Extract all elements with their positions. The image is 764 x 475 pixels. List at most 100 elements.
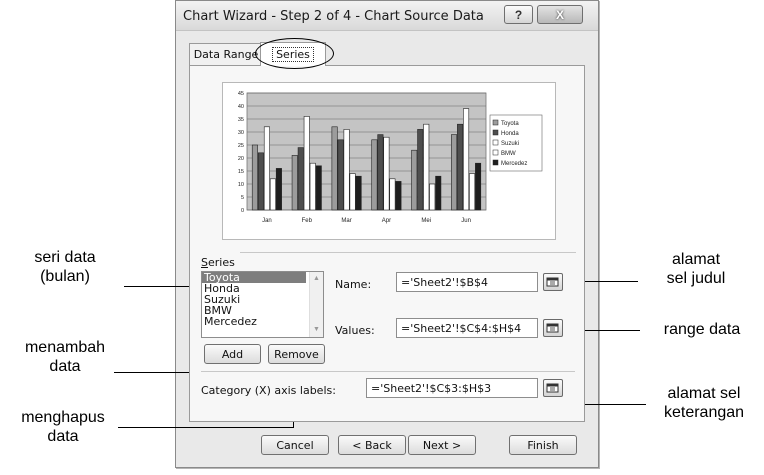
x-tick-label: Jun <box>461 218 471 224</box>
annotation-series-line1: seri data <box>34 249 96 266</box>
annotation-add-line1: menambah <box>24 339 106 356</box>
remove-button[interactable]: Remove <box>268 344 325 364</box>
chart-wizard-dialog: Chart Wizard - Step 2 of 4 - Chart Sourc… <box>175 0 599 468</box>
name-collapse-button[interactable] <box>543 273 563 291</box>
legend-label: Honda <box>501 131 519 137</box>
category-label: Category (X) axis labels: <box>201 384 336 397</box>
annotation-range: range data <box>646 320 758 339</box>
tab-data-range-label: Data Range <box>193 48 259 61</box>
y-tick-label: 35 <box>238 117 244 123</box>
annotation-category-line2: keterangan <box>663 404 745 421</box>
back-label: < Back <box>352 438 392 452</box>
annotation-name-line <box>578 281 638 282</box>
y-tick-label: 10 <box>238 182 244 188</box>
title-bar[interactable]: Chart Wizard - Step 2 of 4 - Chart Sourc… <box>176 1 598 31</box>
bar <box>349 173 356 211</box>
bar <box>331 126 338 211</box>
remove-label: Remove <box>274 347 319 361</box>
bar <box>423 123 430 211</box>
bar <box>383 136 390 211</box>
annotation-add-line2: data <box>49 358 81 375</box>
name-label: Name: <box>335 278 372 291</box>
legend-label: Toyota <box>501 121 519 127</box>
add-button[interactable]: Add <box>204 344 261 364</box>
category-separator <box>201 371 575 372</box>
bar <box>429 183 436 211</box>
bar <box>377 134 384 211</box>
y-tick-label: 40 <box>238 104 244 110</box>
annotation-name-line1: alamat <box>671 251 721 268</box>
legend-label: Mercedez <box>501 161 527 167</box>
bar <box>337 139 344 211</box>
collapse-dialog-icon <box>546 383 559 393</box>
legend-swatch <box>492 149 499 156</box>
bar <box>475 162 482 211</box>
highlight-oval <box>255 38 334 69</box>
y-tick-label: 15 <box>238 169 244 175</box>
scroll-down-icon[interactable]: ▼ <box>313 326 320 333</box>
chart-svg: 0 5 10 15 20 25 30 35 40 45 Jan Feb Mar Apr Mei Jun Toyo… <box>238 91 543 224</box>
y-tick-label: 5 <box>241 195 244 201</box>
y-tick-label: 0 <box>241 208 244 214</box>
tab-data-range[interactable]: Data Range <box>189 43 263 65</box>
bar <box>309 162 316 211</box>
series-listbox[interactable]: Toyota Honda Suzuki BMW Mercedez ▲ ▼ <box>201 271 324 338</box>
series-separator <box>240 252 576 253</box>
annotation-name: alamat sel judul <box>640 250 752 288</box>
plot-area <box>246 92 487 211</box>
next-button[interactable]: Next > <box>408 435 476 455</box>
legend-swatch <box>492 129 499 136</box>
cancel-button[interactable]: Cancel <box>261 435 329 455</box>
bar <box>417 129 424 211</box>
collapse-dialog-icon <box>546 323 559 333</box>
cancel-label: Cancel <box>276 438 314 452</box>
y-tick-label: 20 <box>238 156 244 162</box>
annotation-name-line2: sel judul <box>666 270 726 287</box>
x-tick-label: Mei <box>421 218 431 224</box>
bar <box>257 152 264 211</box>
legend-label: BMW <box>501 151 516 157</box>
bar <box>269 178 276 211</box>
finish-button[interactable]: Finish <box>509 435 577 455</box>
legend-swatch <box>492 119 499 126</box>
bar <box>457 123 464 211</box>
annotation-series-line2: (bulan) <box>40 268 90 285</box>
bar <box>451 134 458 211</box>
back-button[interactable]: < Back <box>338 435 406 455</box>
legend-swatch <box>492 159 499 166</box>
close-button[interactable]: X <box>537 5 583 24</box>
bar <box>411 149 418 211</box>
annotation-category-line <box>578 404 646 405</box>
bar <box>343 129 350 211</box>
category-field[interactable]: ='Sheet2'!$C$3:$H$3 <box>366 378 538 398</box>
x-tick-label: Jan <box>262 218 272 224</box>
bar <box>251 144 258 211</box>
bar <box>297 147 304 211</box>
category-collapse-button[interactable] <box>543 379 563 397</box>
bar <box>469 173 476 211</box>
legend-label: Suzuki <box>501 141 519 147</box>
y-tick-label: 25 <box>238 143 244 149</box>
values-collapse-button[interactable] <box>543 319 563 337</box>
scroll-up-icon[interactable]: ▲ <box>313 275 320 282</box>
help-button[interactable]: ? <box>504 5 533 24</box>
bar <box>371 139 378 211</box>
series-heading: Series <box>201 256 235 269</box>
window-title: Chart Wizard - Step 2 of 4 - Chart Sourc… <box>183 9 484 24</box>
name-field[interactable]: ='Sheet2'!$B$4 <box>396 272 538 292</box>
listbox-scrollbar[interactable]: ▲ ▼ <box>309 272 323 337</box>
bar <box>263 126 270 211</box>
x-tick-label: Apr <box>382 218 391 224</box>
list-item[interactable]: Mercedez <box>202 316 323 327</box>
annotation-category: alamat sel keterangan <box>648 384 760 422</box>
bar <box>463 108 470 211</box>
bar <box>389 178 396 211</box>
legend-swatch <box>492 139 499 146</box>
y-tick-label: 45 <box>238 91 244 97</box>
bar <box>291 155 298 211</box>
bar <box>395 181 402 211</box>
values-field[interactable]: ='Sheet2'!$C$4:$H$4 <box>396 318 538 338</box>
chart-preview: 0 5 10 15 20 25 30 35 40 45 Jan Feb Mar Apr Mei Jun Toyo… <box>222 82 556 240</box>
add-label: Add <box>221 347 244 361</box>
bar <box>315 165 322 211</box>
